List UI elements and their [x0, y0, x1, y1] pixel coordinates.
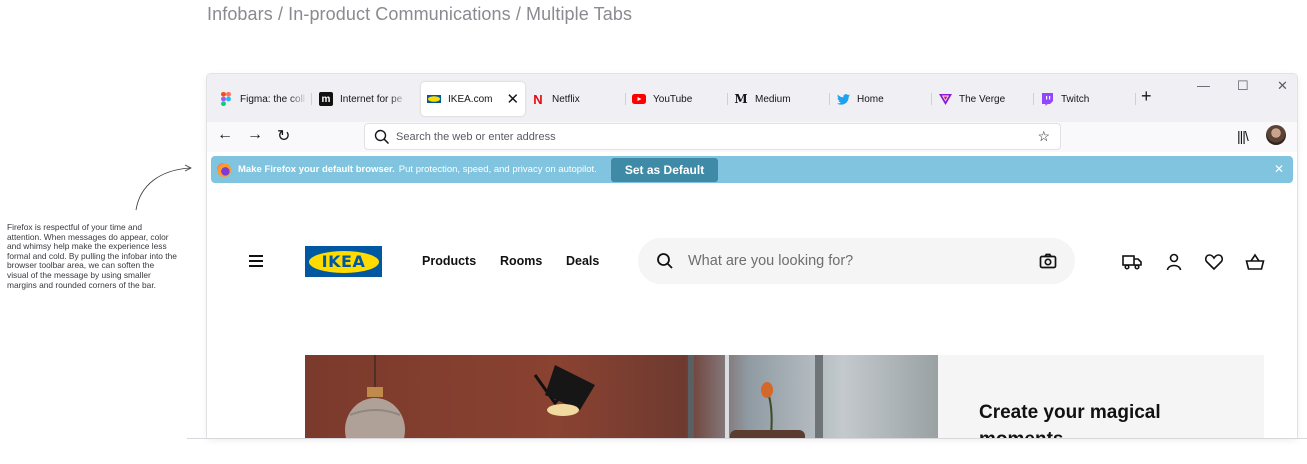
default-browser-infobar: Make Firefox your default browser. Put p… — [211, 156, 1293, 183]
annotation-arrow — [135, 164, 192, 211]
hero-photo-illustration — [345, 355, 823, 438]
profile-avatar[interactable] — [1266, 125, 1286, 145]
forward-arrow-icon[interactable]: → — [247, 126, 263, 144]
nav-deals[interactable]: Deals — [566, 254, 599, 268]
heart-wishlist-icon[interactable] — [1204, 253, 1224, 271]
tab-internet[interactable]: m Internet for pe — [319, 86, 407, 112]
account-person-icon[interactable] — [1164, 253, 1184, 271]
tab-label: YouTube — [653, 93, 693, 105]
tab-label: Twitch — [1061, 93, 1090, 105]
ikea-logo[interactable]: IKEA — [305, 246, 382, 277]
ikea-favicon — [427, 92, 441, 106]
twitter-icon — [836, 92, 850, 106]
medium-m-icon: m — [319, 92, 333, 106]
infobar-headline: Make Firefox your default browser. — [238, 164, 395, 175]
infobar-message: Put protection, speed, and privacy on au… — [398, 164, 597, 175]
window-close-icon[interactable]: ✕ — [1277, 78, 1288, 94]
maximize-icon[interactable]: ☐ — [1237, 78, 1249, 94]
search-icon — [657, 253, 673, 269]
minimize-icon[interactable]: — — [1197, 78, 1210, 93]
annotation-text: Firefox is respectful of your time and a… — [7, 222, 177, 290]
frame-bottom-divider — [187, 438, 1307, 439]
nav-rooms[interactable]: Rooms — [500, 254, 542, 268]
figma-icon — [219, 92, 233, 106]
tab-youtube[interactable]: YouTube — [632, 86, 722, 112]
library-icon[interactable]: |||\ — [1237, 128, 1249, 144]
search-icon — [374, 129, 390, 144]
twitch-icon — [1040, 92, 1054, 106]
tab-label: IKEA.com — [448, 93, 493, 105]
hero-image[interactable] — [305, 355, 938, 438]
tab-strip: Figma: the coll m Internet for pe IKEA.c… — [207, 74, 1297, 122]
hamburger-menu-icon[interactable] — [249, 255, 263, 270]
tab-ikea[interactable]: IKEA.com ✕ — [421, 82, 526, 116]
netflix-icon: N — [533, 91, 543, 107]
ikea-search-bar[interactable]: What are you looking for? — [638, 238, 1075, 284]
tab-twitter-home[interactable]: Home — [836, 86, 926, 112]
tab-label: The Verge — [959, 93, 1006, 105]
camera-icon[interactable] — [1039, 252, 1057, 270]
ikea-search-placeholder: What are you looking for? — [688, 253, 854, 269]
close-tab-icon[interactable]: ✕ — [506, 90, 519, 108]
bookmark-star-icon[interactable]: ☆ — [1037, 128, 1050, 145]
infobar-close-icon[interactable]: ✕ — [1274, 162, 1284, 176]
url-bar[interactable]: ☆ — [364, 123, 1061, 150]
back-arrow-icon[interactable]: ← — [217, 126, 233, 144]
set-as-default-button[interactable]: Set as Default — [610, 157, 719, 182]
url-input[interactable] — [396, 130, 996, 143]
tab-the-verge[interactable]: The Verge — [938, 86, 1033, 112]
tab-twitch[interactable]: Twitch — [1040, 86, 1130, 112]
browser-window: Figma: the coll m Internet for pe IKEA.c… — [207, 74, 1297, 438]
hero-text-panel: Create your magical moments — [938, 355, 1264, 438]
new-tab-plus-icon[interactable]: + — [1141, 86, 1152, 107]
medium-icon: M — [734, 92, 748, 106]
hero-heading: Create your magical moments — [979, 402, 1161, 438]
tab-netflix[interactable]: N Netflix — [531, 86, 611, 112]
firefox-logo-icon — [217, 162, 231, 177]
tab-label: Netflix — [552, 93, 580, 105]
navigation-toolbar: ← → ↻ ☆ |||\ — [207, 122, 1297, 152]
youtube-icon — [632, 92, 646, 106]
shopping-basket-icon[interactable] — [1245, 253, 1265, 271]
tab-label: Home — [857, 93, 884, 105]
verge-icon — [938, 92, 952, 106]
reload-icon[interactable]: ↻ — [277, 126, 290, 146]
nav-products[interactable]: Products — [422, 254, 476, 268]
tab-medium[interactable]: M Medium — [734, 86, 824, 112]
tab-figma[interactable]: Figma: the coll — [219, 86, 307, 112]
ikea-page: IKEA Products Rooms Deals What are you l… — [207, 187, 1297, 438]
ikea-logo-text: IKEA — [308, 250, 379, 273]
page-title: Infobars / In-product Communications / M… — [207, 4, 633, 24]
tab-label: Medium — [755, 93, 791, 105]
delivery-truck-icon[interactable] — [1122, 253, 1142, 271]
